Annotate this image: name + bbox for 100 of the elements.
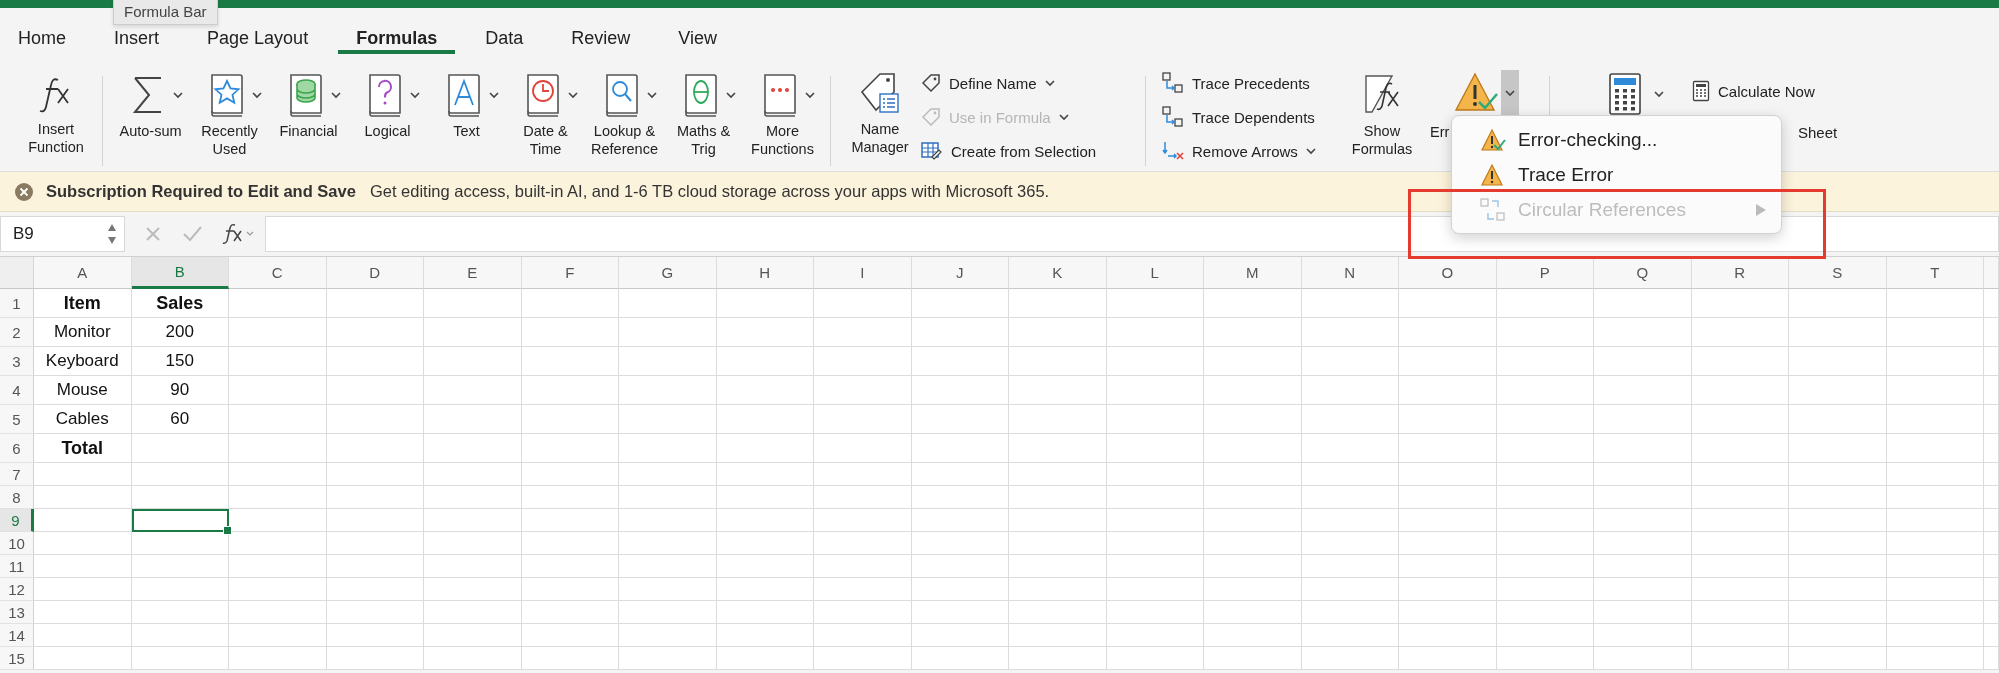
table-cell[interactable] bbox=[911, 601, 1009, 624]
table-cell[interactable] bbox=[1594, 405, 1692, 434]
table-cell[interactable] bbox=[1106, 647, 1204, 670]
row-header[interactable]: 12 bbox=[0, 578, 34, 601]
ribbon-tab[interactable]: Data bbox=[467, 22, 542, 54]
table-cell[interactable] bbox=[229, 509, 327, 532]
column-header[interactable]: B bbox=[131, 257, 229, 289]
column-header[interactable]: T bbox=[1886, 257, 1984, 289]
calculate-now-button[interactable]: Calculate Now bbox=[1692, 78, 1815, 104]
table-cell[interactable] bbox=[131, 601, 229, 624]
table-cell[interactable] bbox=[326, 376, 424, 405]
table-cell[interactable] bbox=[1204, 509, 1302, 532]
table-cell[interactable] bbox=[716, 532, 814, 555]
table-cell[interactable] bbox=[131, 647, 229, 670]
table-cell[interactable] bbox=[326, 624, 424, 647]
column-header[interactable]: L bbox=[1106, 257, 1204, 289]
table-cell[interactable] bbox=[1106, 376, 1204, 405]
table-cell[interactable] bbox=[1301, 405, 1399, 434]
table-cell[interactable] bbox=[1691, 532, 1789, 555]
table-cell[interactable] bbox=[1399, 463, 1497, 486]
table-cell[interactable] bbox=[424, 405, 522, 434]
table-cell[interactable] bbox=[911, 647, 1009, 670]
table-cell[interactable] bbox=[911, 434, 1009, 463]
column-header[interactable]: J bbox=[911, 257, 1009, 289]
table-cell[interactable] bbox=[34, 647, 132, 670]
table-cell[interactable] bbox=[814, 486, 912, 509]
row-header[interactable]: 6 bbox=[0, 434, 34, 463]
table-cell[interactable] bbox=[1009, 509, 1107, 532]
table-cell[interactable] bbox=[619, 463, 717, 486]
table-cell[interactable] bbox=[1496, 509, 1594, 532]
table-cell[interactable] bbox=[911, 463, 1009, 486]
ribbon-command[interactable]: Trace Precedents bbox=[1162, 70, 1310, 96]
table-cell[interactable] bbox=[1886, 289, 1984, 318]
table-cell[interactable] bbox=[814, 463, 912, 486]
table-cell[interactable] bbox=[131, 463, 229, 486]
table-cell[interactable] bbox=[814, 555, 912, 578]
table-cell[interactable] bbox=[1399, 624, 1497, 647]
table-cell[interactable] bbox=[1886, 376, 1984, 405]
table-cell[interactable] bbox=[814, 434, 912, 463]
table-cell[interactable] bbox=[1009, 578, 1107, 601]
table-cell[interactable] bbox=[1496, 555, 1594, 578]
table-cell[interactable] bbox=[1496, 601, 1594, 624]
column-header[interactable]: E bbox=[424, 257, 522, 289]
table-cell[interactable] bbox=[521, 509, 619, 532]
table-cell[interactable] bbox=[1106, 509, 1204, 532]
table-cell[interactable] bbox=[1789, 555, 1887, 578]
table-cell[interactable] bbox=[1789, 318, 1887, 347]
function-category-button[interactable]: Maths & Trig bbox=[664, 62, 743, 160]
table-cell[interactable] bbox=[1204, 405, 1302, 434]
table-cell[interactable] bbox=[229, 532, 327, 555]
table-cell[interactable] bbox=[229, 405, 327, 434]
table-cell[interactable] bbox=[1399, 347, 1497, 376]
table-cell[interactable] bbox=[1691, 647, 1789, 670]
table-cell[interactable] bbox=[1886, 624, 1984, 647]
table-cell[interactable] bbox=[229, 578, 327, 601]
table-cell[interactable] bbox=[1106, 601, 1204, 624]
table-cell[interactable] bbox=[1886, 601, 1984, 624]
menu-item[interactable]: Trace Error bbox=[1452, 157, 1781, 192]
table-cell[interactable] bbox=[1496, 376, 1594, 405]
function-category-button[interactable]: More Functions bbox=[743, 62, 822, 160]
table-cell[interactable] bbox=[911, 347, 1009, 376]
table-cell[interactable] bbox=[229, 555, 327, 578]
name-manager-button[interactable]: Name Manager bbox=[839, 62, 921, 158]
table-cell[interactable] bbox=[1886, 647, 1984, 670]
table-cell[interactable] bbox=[1886, 347, 1984, 376]
table-cell[interactable] bbox=[1204, 434, 1302, 463]
calculate-sheet-label[interactable]: Sheet bbox=[1798, 124, 1838, 141]
calculator-icon[interactable] bbox=[1608, 72, 1642, 116]
table-cell[interactable] bbox=[1594, 434, 1692, 463]
table-cell[interactable] bbox=[1789, 532, 1887, 555]
row-header[interactable]: 15 bbox=[0, 647, 34, 670]
table-cell[interactable] bbox=[1691, 347, 1789, 376]
column-header[interactable]: D bbox=[326, 257, 424, 289]
table-cell[interactable] bbox=[521, 578, 619, 601]
table-cell[interactable] bbox=[1496, 578, 1594, 601]
table-cell[interactable] bbox=[229, 647, 327, 670]
table-cell[interactable] bbox=[1594, 532, 1692, 555]
table-cell[interactable] bbox=[1204, 376, 1302, 405]
table-cell[interactable] bbox=[1301, 289, 1399, 318]
table-cell[interactable] bbox=[1496, 347, 1594, 376]
table-cell[interactable] bbox=[814, 647, 912, 670]
column-header[interactable]: H bbox=[716, 257, 814, 289]
table-cell[interactable] bbox=[1886, 486, 1984, 509]
table-cell[interactable] bbox=[326, 434, 424, 463]
table-cell[interactable] bbox=[521, 405, 619, 434]
table-cell[interactable] bbox=[1691, 601, 1789, 624]
table-cell[interactable] bbox=[1204, 463, 1302, 486]
table-cell[interactable] bbox=[1594, 578, 1692, 601]
ribbon-command[interactable]: Trace Dependents bbox=[1162, 104, 1315, 130]
table-cell[interactable]: Sales bbox=[131, 289, 229, 318]
table-cell[interactable] bbox=[34, 601, 132, 624]
column-header[interactable]: A bbox=[34, 257, 132, 289]
table-cell[interactable] bbox=[424, 578, 522, 601]
table-cell[interactable] bbox=[1789, 486, 1887, 509]
table-cell[interactable] bbox=[34, 532, 132, 555]
row-header[interactable]: 8 bbox=[0, 486, 34, 509]
table-cell[interactable] bbox=[1009, 601, 1107, 624]
table-cell[interactable] bbox=[1204, 318, 1302, 347]
table-cell[interactable] bbox=[521, 624, 619, 647]
table-cell[interactable] bbox=[521, 289, 619, 318]
